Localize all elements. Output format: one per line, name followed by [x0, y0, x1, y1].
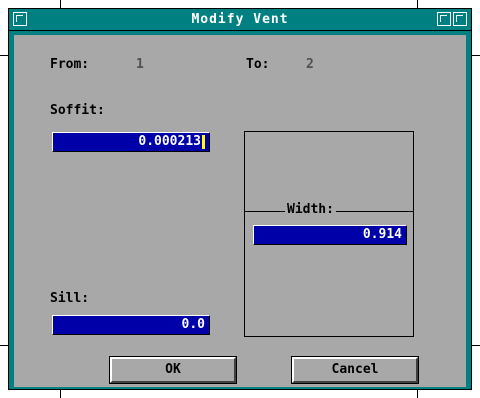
- from-label: From:: [50, 57, 90, 72]
- soffit-value: 0.000213: [138, 134, 201, 149]
- title-bar[interactable]: Modify Vent: [9, 9, 471, 31]
- width-group-box: Width: 0.914: [244, 131, 414, 337]
- background-tick: [60, 390, 61, 398]
- dialog-body: From: 1 To: 2 Soffit: 0.000213 Sill: 0.0…: [14, 35, 466, 387]
- background-tick: [417, 390, 418, 398]
- minimize-icon[interactable]: [437, 12, 451, 26]
- width-label: Width:: [285, 202, 336, 217]
- modify-vent-dialog: Modify Vent From: 1 To: 2 Soffit: 0.0002…: [8, 8, 472, 390]
- background-tick: [417, 0, 418, 8]
- background-tick: [472, 345, 480, 346]
- text-caret: [202, 134, 205, 149]
- ok-button[interactable]: OK: [109, 356, 237, 384]
- background-tick: [0, 345, 8, 346]
- to-label: To:: [246, 57, 270, 72]
- cancel-button[interactable]: Cancel: [291, 356, 419, 384]
- sill-value: 0.0: [181, 317, 205, 332]
- soffit-label: Soffit:: [50, 103, 105, 118]
- width-input[interactable]: 0.914: [253, 225, 407, 245]
- width-value: 0.914: [362, 227, 402, 242]
- to-value: 2: [306, 57, 314, 72]
- maximize-icon[interactable]: [453, 12, 467, 26]
- from-value: 1: [136, 57, 144, 72]
- soffit-input[interactable]: 0.000213: [52, 132, 210, 152]
- background-tick: [60, 0, 61, 8]
- background-tick: [0, 55, 8, 56]
- sill-label: Sill:: [50, 291, 90, 306]
- sill-input[interactable]: 0.0: [52, 315, 210, 335]
- background-tick: [472, 55, 480, 56]
- dialog-title: Modify Vent: [191, 12, 289, 27]
